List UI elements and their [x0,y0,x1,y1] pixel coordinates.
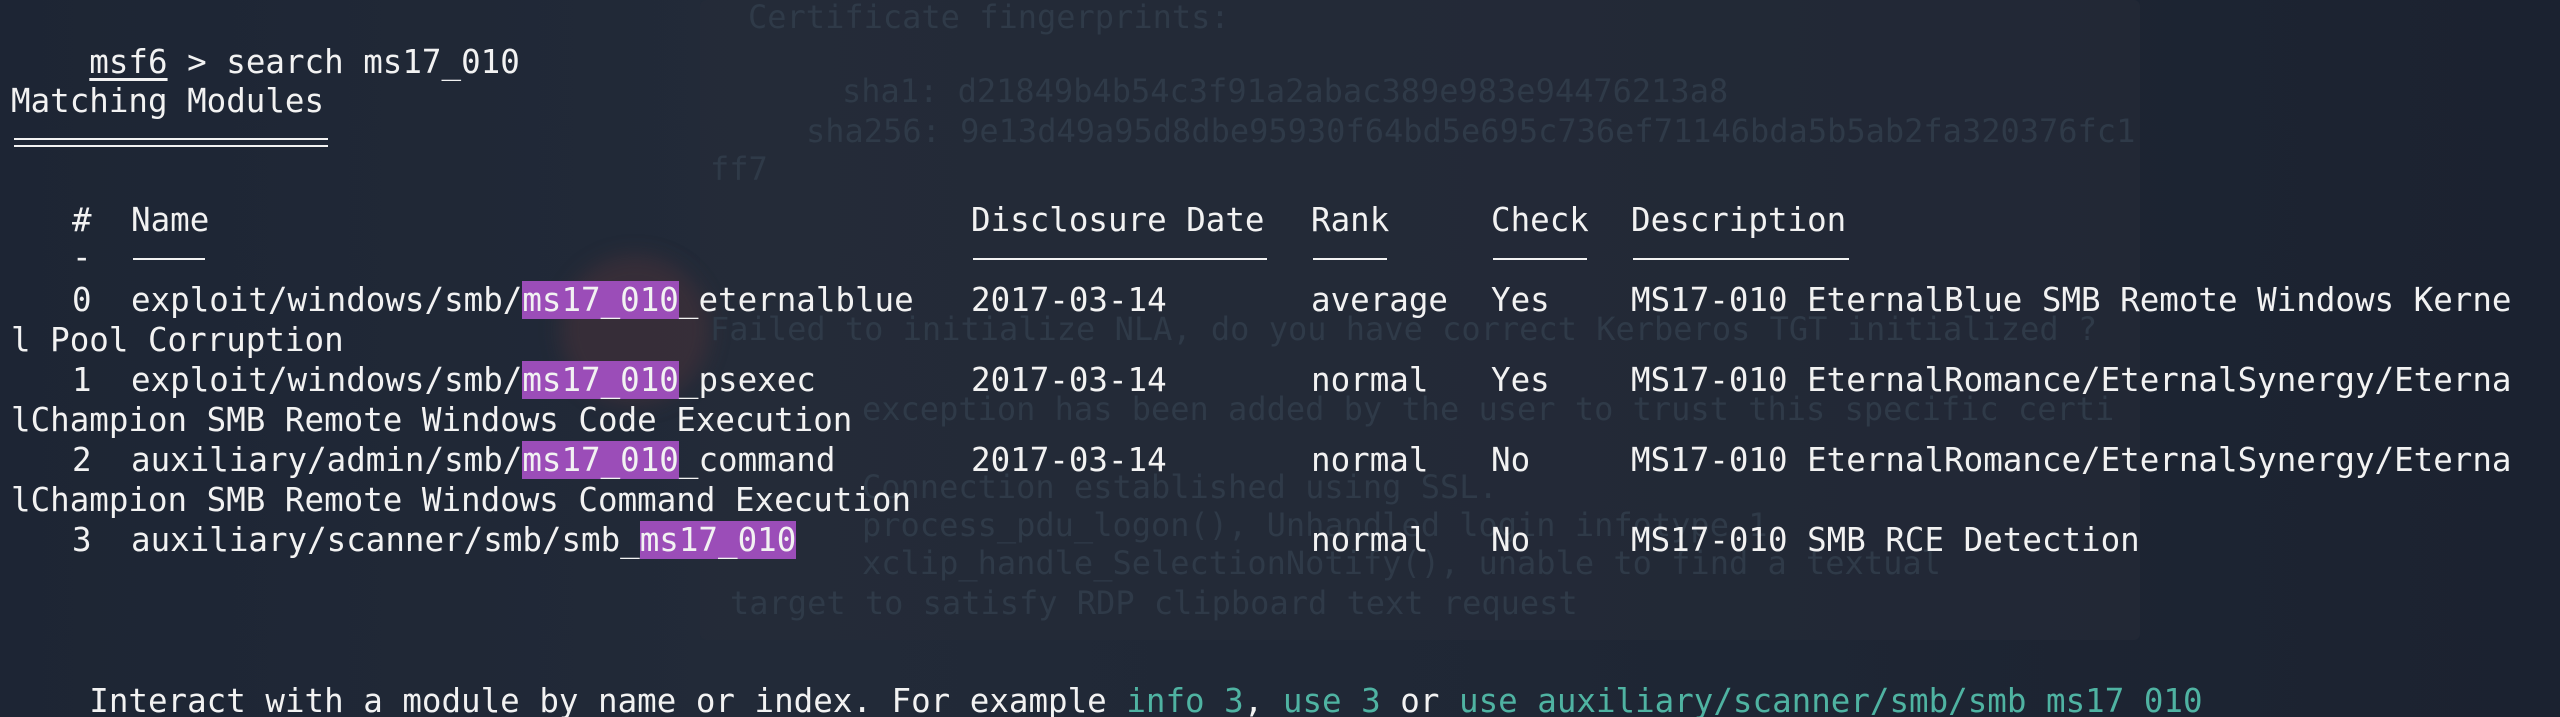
col-rank-rule [1313,258,1387,260]
search-match-highlight: ms17_010 [522,361,679,399]
row-description: MS17-010 SMB RCE Detection [1631,521,2140,559]
hint-use-path-command[interactable]: use auxiliary/scanner/smb/smb_ms17_010 [1459,682,2203,717]
background-text: sha1: d21849b4b54c3f91a2abac389e983e9447… [842,72,1729,110]
col-disclosure-date: Disclosure Date [971,201,1265,239]
prompt-separator: > [167,43,227,81]
row-module-name[interactable]: exploit/windows/smb/ms17_010_psexec [131,361,816,399]
row-description-wrap: lChampion SMB Remote Windows Code Execut… [11,401,853,439]
row-description-wrap: l Pool Corruption [11,321,344,359]
col-number-rule: - [72,238,92,276]
col-number: # [72,201,92,239]
background-text: sha256: 9e13d49a95d8dbe95930f64bd5e695c7… [806,112,2136,150]
row-number: 1 [72,361,92,399]
row-check: Yes [1491,361,1550,399]
prompt-command: search ms17_010 [226,43,520,81]
prompt-name: msf6 [89,43,168,81]
row-module-name[interactable]: exploit/windows/smb/ms17_010_eternalblue [131,281,914,319]
search-match-highlight: ms17_010 [522,441,679,479]
row-check: No [1491,441,1531,479]
row-disclosure-date: 2017-03-14 [971,361,1167,399]
background-text: target to satisfy RDP clipboard text req… [730,584,1578,622]
row-rank: normal [1311,441,1429,479]
usage-hint: Interact with a module by name or index.… [11,641,2202,717]
row-number: 0 [72,281,92,319]
row-disclosure-date: 2017-03-14 [971,441,1167,479]
row-description: MS17-010 EternalRomance/EternalSynergy/E… [1631,361,2512,399]
background-text: Certificate fingerprints: [748,0,1230,36]
col-rank: Rank [1311,201,1390,239]
background-text: ff7 [710,150,768,188]
row-description: MS17-010 EternalRomance/EternalSynergy/E… [1631,441,2512,479]
col-description: Description [1631,201,1847,239]
hint-use-index-command[interactable]: use 3 [1283,682,1381,717]
search-match-highlight: ms17_010 [639,521,797,559]
row-description-wrap: lChampion SMB Remote Windows Command Exe… [11,481,912,519]
row-module-name[interactable]: auxiliary/admin/smb/ms17_010_command [131,441,835,479]
row-check: Yes [1491,281,1550,319]
section-title-underline [14,138,328,147]
row-number: 2 [72,441,92,479]
hint-separator: , [1243,682,1283,717]
row-rank: average [1311,281,1448,319]
col-check: Check [1491,201,1589,239]
col-date-rule [973,258,1267,260]
search-match-highlight: ms17_010 [522,281,679,319]
col-name-rule [133,258,205,260]
row-check: No [1491,521,1531,559]
hint-separator: or [1380,682,1459,717]
row-number: 3 [72,521,92,559]
col-description-rule [1633,258,1849,260]
row-disclosure-date: 2017-03-14 [971,281,1167,319]
col-name: Name [131,201,210,239]
col-check-rule [1493,258,1587,260]
row-rank: normal [1311,361,1429,399]
section-title: Matching Modules [11,82,325,120]
terminal-window[interactable]: Certificate fingerprints: sha1: d21849b4… [0,0,2560,717]
prompt-line: msf6 > search ms17_010 [11,2,519,81]
row-description: MS17-010 EternalBlue SMB Remote Windows … [1631,281,2512,319]
row-module-name[interactable]: auxiliary/scanner/smb/smb_ms17_010 [131,521,797,559]
row-rank: normal [1311,521,1429,559]
usage-hint-text: Interact with a module by name or index.… [89,682,1127,717]
hint-info-command[interactable]: info 3 [1126,682,1243,717]
